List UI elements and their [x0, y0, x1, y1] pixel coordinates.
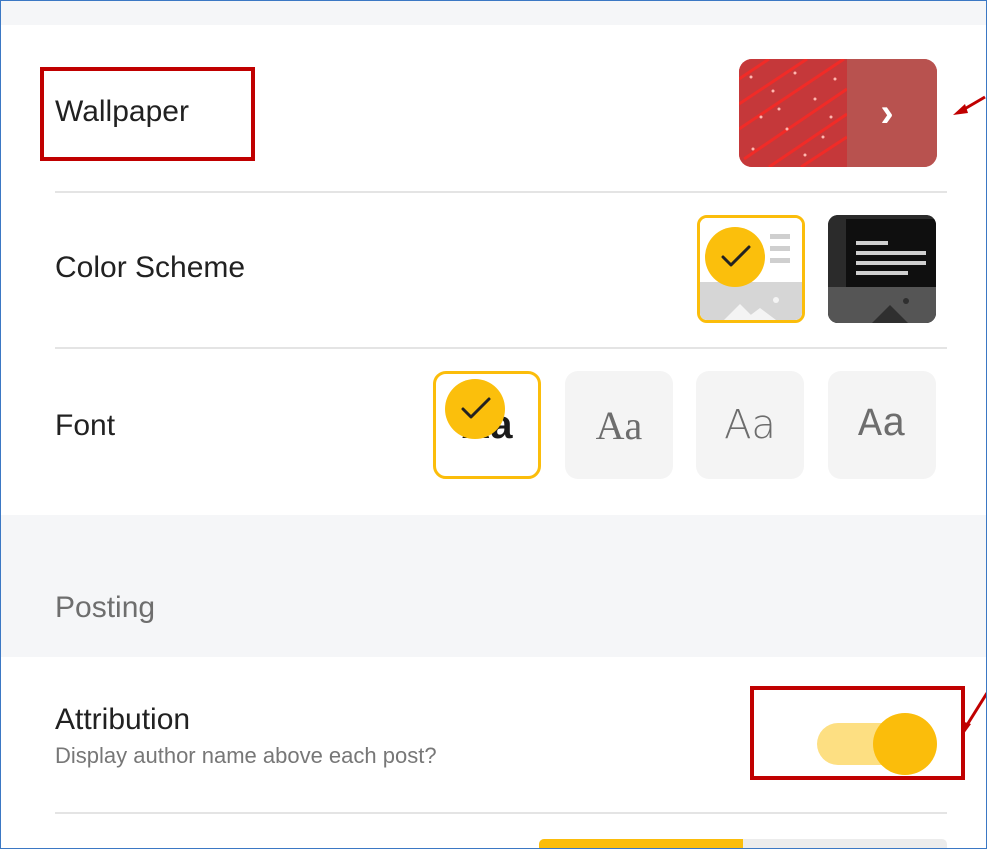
chevron-right-icon: ›	[880, 91, 894, 135]
font-option-mono[interactable]: Aa	[828, 371, 936, 479]
font-sample: Aa	[857, 402, 906, 448]
font-sample: Aa	[595, 402, 643, 448]
attribution-description: Display author name above each post?	[55, 743, 437, 768]
check-icon	[445, 379, 505, 439]
segmented-control[interactable]	[539, 839, 947, 848]
divider	[55, 812, 947, 814]
annotation-arrow	[961, 692, 986, 735]
font-sample: Aa	[724, 402, 776, 448]
wallpaper-button[interactable]: ›	[739, 59, 937, 167]
attribution-title: Attribution	[55, 703, 191, 736]
font-label: Font	[55, 409, 116, 442]
color-scheme-dark-option[interactable]	[828, 215, 936, 323]
section-header-posting	[1, 515, 986, 657]
divider	[55, 347, 947, 349]
color-scheme-label: Color Scheme	[55, 251, 246, 284]
check-icon	[705, 227, 765, 287]
toggle-thumb	[873, 713, 937, 775]
font-option-sans[interactable]: Aa	[696, 371, 804, 479]
settings-panel: Wallpaper › Color Scheme Font Aa Aa Aa P…	[0, 0, 987, 849]
segmented-control-selected	[539, 839, 743, 848]
divider	[55, 191, 947, 193]
dark-scheme-preview	[828, 215, 936, 323]
header-strip	[1, 1, 986, 25]
font-option-serif[interactable]: Aa	[565, 371, 673, 479]
section-title: Posting	[55, 591, 156, 624]
annotation-arrow	[953, 95, 986, 115]
wallpaper-label: Wallpaper	[55, 95, 189, 128]
attribution-toggle[interactable]	[817, 713, 939, 775]
wallpaper-preview	[739, 59, 847, 167]
